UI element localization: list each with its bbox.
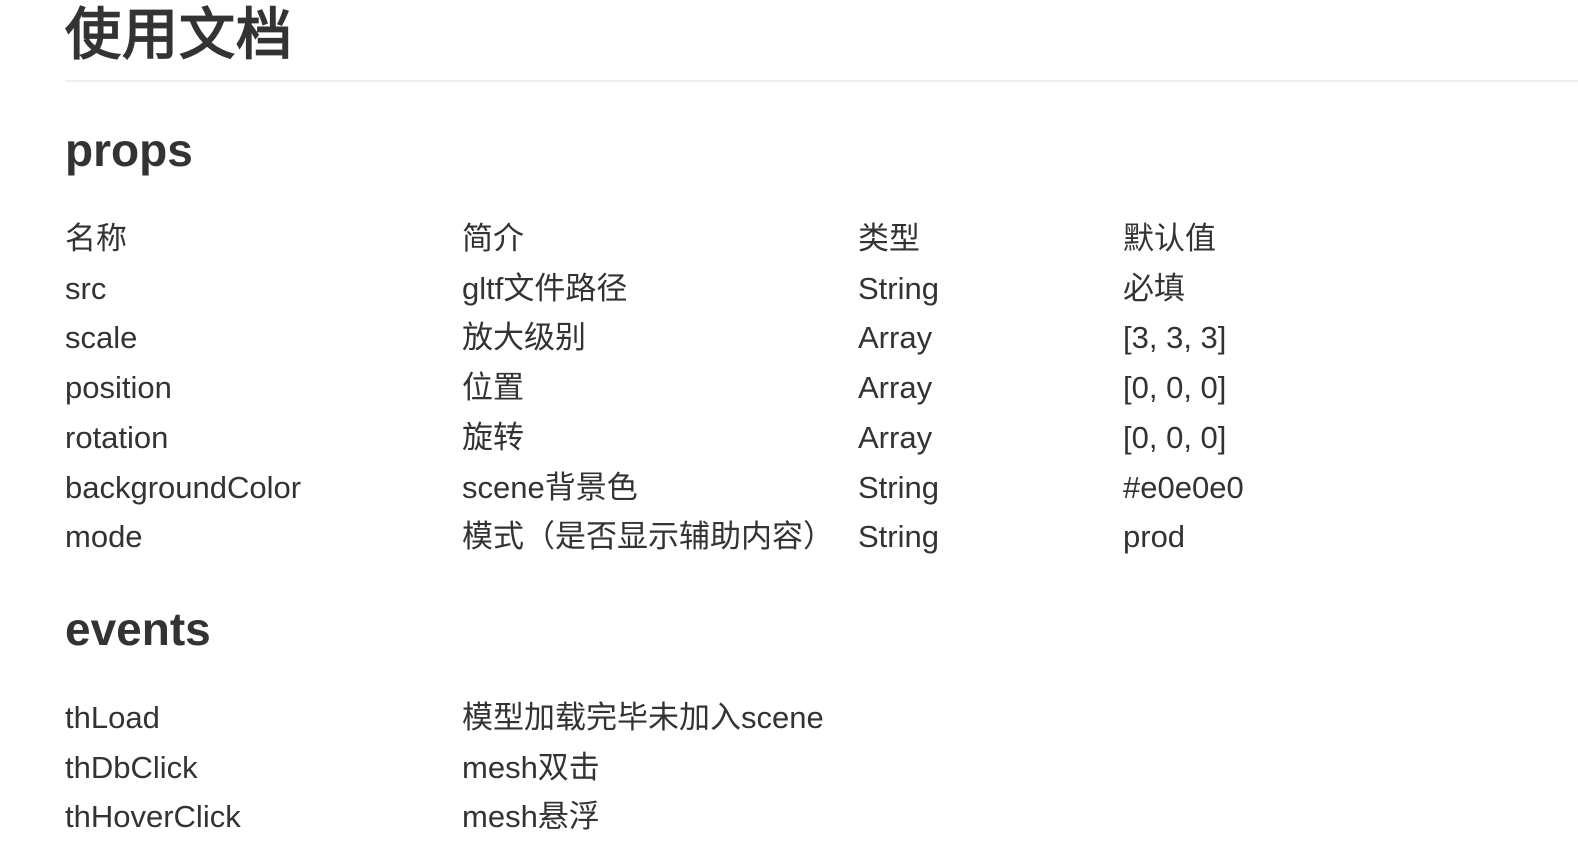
prop-default: 必填 [1123,270,1185,306]
prop-type: Array [858,370,933,406]
prop-name: src [65,270,107,306]
prop-description: scene背景色 [462,469,638,505]
prop-description: 放大级别 [462,320,586,356]
column-header-type: 类型 [858,221,920,256]
prop-description: 位置 [462,370,524,406]
prop-description: 模式（是否显示辅助内容） [462,519,834,555]
event-name: thLoad [65,700,160,735]
prop-name: scale [65,320,138,356]
table-row: thLoad 模型加载完毕未加入scene [65,693,865,743]
props-table: 名称 简介 类型 默认值 src gltf文件路径 String 必填 scal… [65,214,1285,562]
table-row: src gltf文件路径 String 必填 [65,264,1285,314]
column-header-name: 名称 [65,221,127,256]
event-description: 模型加载完毕未加入scene [462,700,824,735]
prop-type: String [858,270,939,306]
events-table: thLoad 模型加载完毕未加入scene thDbClick mesh双击 t… [65,693,865,842]
prop-name: rotation [65,419,169,455]
events-heading: events [65,603,211,655]
table-row: rotation 旋转 Array [0, 0, 0] [65,413,1285,463]
prop-name: backgroundColor [65,469,302,505]
table-row: scale 放大级别 Array [3, 3, 3] [65,313,1285,363]
prop-name: position [65,370,172,406]
table-row: mode 模式（是否显示辅助内容） String prod [65,512,1285,562]
event-description: mesh悬浮 [462,799,600,835]
props-heading: props [65,124,193,176]
prop-type: Array [858,419,933,455]
prop-type: Array [858,320,933,356]
prop-default: prod [1123,519,1186,555]
prop-description: gltf文件路径 [462,270,628,306]
table-row: backgroundColor scene背景色 String #e0e0e0 [65,463,1285,513]
table-row: position 位置 Array [0, 0, 0] [65,363,1285,413]
event-name: thDbClick [65,749,198,785]
page-title: 使用文档 [65,3,293,66]
doc-page: 使用文档 props 名称 简介 类型 默认值 src gltf文件路径 Str… [0,0,1578,856]
table-row: thDbClick mesh双击 [65,743,865,793]
props-header-row: 名称 简介 类型 默认值 [65,214,1285,264]
column-header-default: 默认值 [1123,221,1216,256]
event-description: mesh双击 [462,749,600,785]
prop-type: String [858,519,939,555]
prop-type: String [858,469,939,505]
event-name: thHoverClick [65,799,241,835]
prop-default: [3, 3, 3] [1123,320,1227,356]
column-header-description: 简介 [462,221,524,256]
prop-description: 旋转 [462,419,524,455]
table-row: thHoverClick mesh悬浮 [65,792,865,842]
title-divider [65,80,1578,82]
prop-default: [0, 0, 0] [1123,419,1227,455]
prop-name: mode [65,519,143,555]
prop-default: #e0e0e0 [1123,469,1244,505]
prop-default: [0, 0, 0] [1123,370,1227,406]
